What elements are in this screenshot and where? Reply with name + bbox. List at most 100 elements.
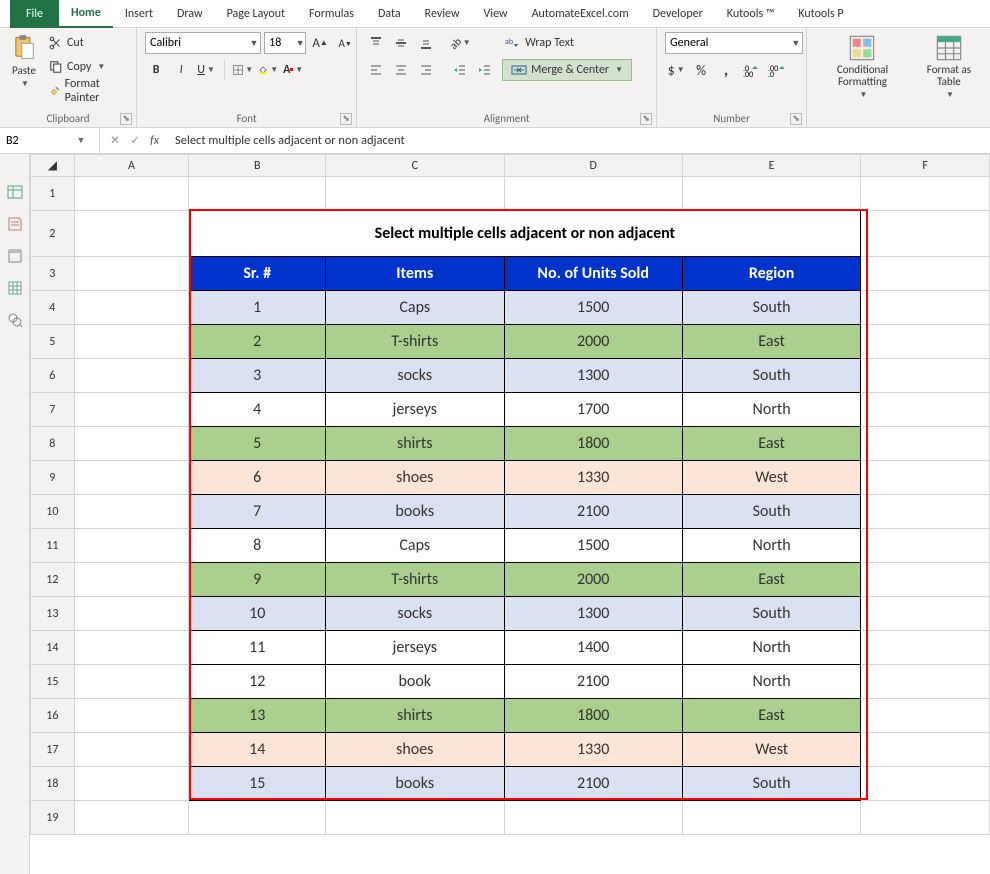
row-header[interactable]: 19 bbox=[31, 801, 75, 835]
column-header-B[interactable]: B bbox=[189, 155, 326, 177]
cell[interactable]: 1330 bbox=[504, 733, 682, 767]
cell[interactable]: Items bbox=[326, 257, 504, 291]
comma-format-button[interactable]: , bbox=[715, 59, 737, 81]
row-header[interactable]: 14 bbox=[31, 631, 75, 665]
cell[interactable]: East bbox=[682, 699, 860, 733]
cell[interactable]: 12 bbox=[189, 665, 326, 699]
increase-decimal-button[interactable]: .0.00 bbox=[740, 59, 762, 81]
cell[interactable] bbox=[861, 699, 990, 733]
cell-reference-input[interactable] bbox=[0, 134, 72, 148]
cell[interactable]: No. of Units Sold bbox=[504, 257, 682, 291]
bold-button[interactable]: B bbox=[145, 59, 167, 81]
cell[interactable]: Region bbox=[682, 257, 860, 291]
percent-format-button[interactable]: % bbox=[690, 59, 712, 81]
cell[interactable] bbox=[861, 631, 990, 665]
cell[interactable]: 1300 bbox=[504, 597, 682, 631]
row-header[interactable]: 8 bbox=[31, 427, 75, 461]
cell[interactable] bbox=[74, 665, 189, 699]
dialog-launcher-icon[interactable]: ⬊ bbox=[640, 113, 652, 125]
tab-kutools[interactable]: Kutools ™ bbox=[715, 0, 787, 28]
borders-button[interactable]: ▼ bbox=[232, 59, 254, 81]
cell[interactable]: East bbox=[682, 427, 860, 461]
cell[interactable] bbox=[74, 211, 189, 257]
cell[interactable]: 1700 bbox=[504, 393, 682, 427]
cell[interactable]: Caps bbox=[326, 529, 504, 563]
cell[interactable] bbox=[504, 177, 682, 211]
tab-page-layout[interactable]: Page Layout bbox=[215, 0, 297, 28]
decrease-indent-button[interactable] bbox=[449, 59, 471, 81]
cancel-formula-icon[interactable]: ✕ bbox=[110, 133, 120, 148]
cell[interactable]: North bbox=[682, 529, 860, 563]
spreadsheet-grid[interactable]: ◢ A B C D E F 12Select multiple cells ad… bbox=[30, 154, 990, 874]
number-format-input[interactable] bbox=[666, 36, 789, 50]
row-header[interactable]: 2 bbox=[31, 211, 75, 257]
cell[interactable]: shirts bbox=[326, 427, 504, 461]
formula-input[interactable] bbox=[169, 133, 990, 148]
cell[interactable] bbox=[682, 177, 860, 211]
cell[interactable]: 4 bbox=[189, 393, 326, 427]
cell[interactable]: jerseys bbox=[326, 393, 504, 427]
cell[interactable]: books bbox=[326, 495, 504, 529]
wrap-text-button[interactable]: ab Wrap Text bbox=[502, 32, 632, 54]
row-header[interactable]: 9 bbox=[31, 461, 75, 495]
cell[interactable] bbox=[326, 177, 504, 211]
cell[interactable]: 1400 bbox=[504, 631, 682, 665]
number-format-combo[interactable]: ▼ bbox=[665, 32, 803, 54]
cell[interactable] bbox=[189, 177, 326, 211]
chevron-down-icon[interactable]: ▼ bbox=[248, 38, 260, 49]
cell[interactable] bbox=[861, 801, 990, 835]
decrease-decimal-button[interactable]: .00.0 bbox=[765, 59, 787, 81]
cell[interactable] bbox=[326, 801, 504, 835]
tab-file[interactable]: File bbox=[10, 0, 59, 28]
cell[interactable]: T-shirts bbox=[326, 325, 504, 359]
chevron-down-icon[interactable]: ▼ bbox=[295, 38, 305, 49]
font-name-input[interactable] bbox=[146, 36, 248, 50]
row-header[interactable]: 6 bbox=[31, 359, 75, 393]
conditional-formatting-button[interactable]: Conditional Formatting▼ bbox=[815, 32, 910, 102]
cell[interactable] bbox=[861, 767, 990, 801]
cell[interactable]: 6 bbox=[189, 461, 326, 495]
column-header-E[interactable]: E bbox=[682, 155, 860, 177]
increase-indent-button[interactable] bbox=[474, 59, 496, 81]
worksheet-icon[interactable] bbox=[7, 280, 23, 296]
cell[interactable]: South bbox=[682, 597, 860, 631]
row-header[interactable]: 3 bbox=[31, 257, 75, 291]
cell[interactable] bbox=[504, 801, 682, 835]
cell[interactable] bbox=[74, 257, 189, 291]
cell[interactable] bbox=[74, 767, 189, 801]
navigation-pane-icon[interactable] bbox=[7, 184, 23, 200]
cell[interactable]: T-shirts bbox=[326, 563, 504, 597]
cell[interactable]: 8 bbox=[189, 529, 326, 563]
cell[interactable] bbox=[682, 801, 860, 835]
cell[interactable]: book bbox=[326, 665, 504, 699]
cell[interactable]: North bbox=[682, 631, 860, 665]
cell[interactable]: East bbox=[682, 563, 860, 597]
cell[interactable]: socks bbox=[326, 597, 504, 631]
cell[interactable]: shoes bbox=[326, 733, 504, 767]
fx-icon[interactable]: fx bbox=[150, 134, 159, 148]
chevron-down-icon[interactable]: ▼ bbox=[72, 135, 90, 146]
column-header-D[interactable]: D bbox=[504, 155, 682, 177]
cell[interactable] bbox=[861, 257, 990, 291]
cell[interactable]: North bbox=[682, 665, 860, 699]
cell[interactable]: 1 bbox=[189, 291, 326, 325]
row-header[interactable]: 18 bbox=[31, 767, 75, 801]
cell[interactable]: 7 bbox=[189, 495, 326, 529]
cell[interactable]: 1800 bbox=[504, 427, 682, 461]
cell[interactable] bbox=[861, 461, 990, 495]
cell[interactable] bbox=[74, 427, 189, 461]
cell[interactable]: 13 bbox=[189, 699, 326, 733]
increase-font-button[interactable]: A▲ bbox=[309, 32, 331, 54]
column-header-F[interactable]: F bbox=[861, 155, 990, 177]
align-middle-button[interactable] bbox=[390, 32, 412, 54]
tab-review[interactable]: Review bbox=[413, 0, 472, 28]
align-top-button[interactable] bbox=[365, 32, 387, 54]
font-name-combo[interactable]: ▼ bbox=[145, 32, 261, 54]
cell[interactable]: jerseys bbox=[326, 631, 504, 665]
cell[interactable]: 1800 bbox=[504, 699, 682, 733]
format-as-table-button[interactable]: Format as Table▼ bbox=[916, 32, 982, 102]
tab-insert[interactable]: Insert bbox=[113, 0, 165, 28]
cell[interactable]: shoes bbox=[326, 461, 504, 495]
column-header-C[interactable]: C bbox=[326, 155, 504, 177]
cell[interactable] bbox=[74, 291, 189, 325]
